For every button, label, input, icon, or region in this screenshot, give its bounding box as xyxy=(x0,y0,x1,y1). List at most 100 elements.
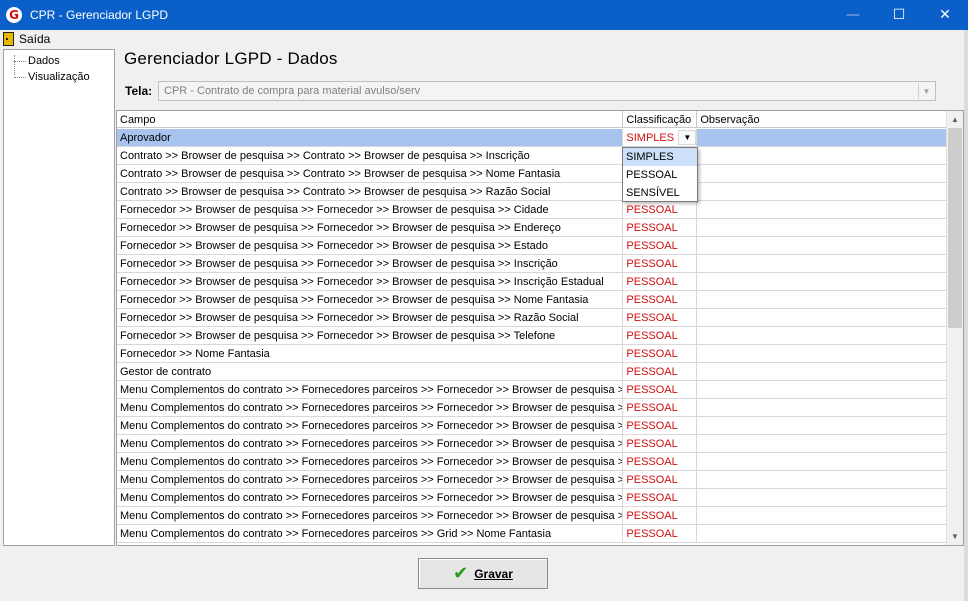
cell-campo[interactable]: Fornecedor >> Browser de pesquisa >> For… xyxy=(117,255,624,272)
cell-campo[interactable]: Menu Complementos do contrato >> Fornece… xyxy=(117,453,624,470)
table-row[interactable]: Fornecedor >> Browser de pesquisa >> For… xyxy=(117,255,948,273)
table-row[interactable]: Fornecedor >> Browser de pesquisa >> For… xyxy=(117,273,948,291)
dropdown-option[interactable]: SENSÍVEL xyxy=(623,184,697,202)
table-row[interactable]: Gestor de contrato PESSOAL xyxy=(117,363,948,381)
cell-classificacao[interactable]: PESSOAL xyxy=(623,273,698,290)
cell-classificacao[interactable]: PESSOAL xyxy=(623,507,698,524)
cell-classificacao[interactable]: PESSOAL xyxy=(623,489,698,506)
tree-item-dados[interactable]: Dados xyxy=(14,53,60,69)
scroll-down-icon[interactable]: ▼ xyxy=(947,528,963,545)
save-button[interactable]: ✔ Gravar xyxy=(418,558,548,589)
cell-campo[interactable]: Fornecedor >> Browser de pesquisa >> For… xyxy=(117,291,624,308)
cell-campo[interactable]: Gestor de contrato xyxy=(117,363,624,380)
table-row[interactable]: Menu Complementos do contrato >> Fornece… xyxy=(117,489,948,507)
cell-observacao[interactable] xyxy=(697,507,948,524)
tela-select[interactable]: CPR - Contrato de compra para material a… xyxy=(158,81,936,101)
chevron-down-icon[interactable]: ▼ xyxy=(918,83,934,99)
dropdown-option[interactable]: SIMPLES xyxy=(623,148,697,166)
cell-observacao[interactable] xyxy=(697,417,948,434)
cell-observacao[interactable] xyxy=(697,219,948,236)
cell-classificacao[interactable]: SIMPLES ▼ xyxy=(623,129,698,146)
cell-campo[interactable]: Fornecedor >> Browser de pesquisa >> For… xyxy=(117,201,624,218)
cell-campo[interactable]: Fornecedor >> Browser de pesquisa >> For… xyxy=(117,273,624,290)
cell-observacao[interactable] xyxy=(697,147,948,164)
table-row[interactable]: Menu Complementos do contrato >> Fornece… xyxy=(117,471,948,489)
cell-campo[interactable]: Fornecedor >> Browser de pesquisa >> For… xyxy=(117,327,624,344)
cell-campo[interactable]: Menu Complementos do contrato >> Fornece… xyxy=(117,507,624,524)
cell-observacao[interactable] xyxy=(697,435,948,452)
scroll-up-icon[interactable]: ▲ xyxy=(947,111,963,128)
cell-campo[interactable]: Menu Complementos do contrato >> Fornece… xyxy=(117,381,624,398)
table-row[interactable]: Fornecedor >> Browser de pesquisa >> For… xyxy=(117,327,948,345)
table-row[interactable]: Menu Complementos do contrato >> Fornece… xyxy=(117,507,948,525)
cell-classificacao[interactable]: PESSOAL xyxy=(623,435,698,452)
table-row[interactable]: Fornecedor >> Browser de pesquisa >> For… xyxy=(117,201,948,219)
cell-observacao[interactable] xyxy=(697,309,948,326)
cell-observacao[interactable] xyxy=(697,381,948,398)
chevron-down-icon[interactable]: ▼ xyxy=(678,130,697,145)
cell-observacao[interactable] xyxy=(697,165,948,182)
table-row[interactable]: Aprovador SIMPLES ▼ xyxy=(117,129,948,147)
cell-campo[interactable]: Fornecedor >> Nome Fantasia xyxy=(117,345,624,362)
column-header-observacao[interactable]: Observação xyxy=(697,111,948,128)
exit-menu-item[interactable]: Saída xyxy=(3,30,50,48)
cell-observacao[interactable] xyxy=(697,489,948,506)
cell-observacao[interactable] xyxy=(697,363,948,380)
cell-campo[interactable]: Contrato >> Browser de pesquisa >> Contr… xyxy=(117,165,624,182)
cell-observacao[interactable] xyxy=(697,399,948,416)
cell-observacao[interactable] xyxy=(697,183,948,200)
cell-observacao[interactable] xyxy=(697,327,948,344)
cell-classificacao[interactable]: PESSOAL xyxy=(623,237,698,254)
cell-classificacao[interactable]: PESSOAL xyxy=(623,327,698,344)
cell-campo[interactable]: Fornecedor >> Browser de pesquisa >> For… xyxy=(117,309,624,326)
cell-campo[interactable]: Menu Complementos do contrato >> Fornece… xyxy=(117,435,624,452)
cell-classificacao[interactable]: PESSOAL xyxy=(623,201,698,218)
maximize-icon[interactable]: ☐ xyxy=(876,0,922,30)
close-icon[interactable]: ✕ xyxy=(922,0,968,30)
cell-campo[interactable]: Fornecedor >> Browser de pesquisa >> For… xyxy=(117,219,624,236)
table-row[interactable]: Menu Complementos do contrato >> Fornece… xyxy=(117,453,948,471)
cell-classificacao[interactable]: PESSOAL xyxy=(623,255,698,272)
cell-observacao[interactable] xyxy=(697,471,948,488)
cell-classificacao[interactable]: PESSOAL xyxy=(623,417,698,434)
column-header-classificacao[interactable]: Classificação xyxy=(623,111,698,128)
cell-campo[interactable]: Contrato >> Browser de pesquisa >> Contr… xyxy=(117,147,624,164)
cell-campo[interactable]: Menu Complementos do contrato >> Fornece… xyxy=(117,399,624,416)
cell-classificacao[interactable]: PESSOAL xyxy=(623,399,698,416)
cell-campo[interactable]: Contrato >> Browser de pesquisa >> Contr… xyxy=(117,183,624,200)
table-row[interactable]: Fornecedor >> Browser de pesquisa >> For… xyxy=(117,237,948,255)
table-row[interactable]: Contrato >> Browser de pesquisa >> Contr… xyxy=(117,165,948,183)
cell-campo[interactable]: Aprovador xyxy=(117,129,624,146)
column-header-campo[interactable]: Campo xyxy=(117,111,624,128)
minimize-icon[interactable]: — xyxy=(830,0,876,30)
table-row[interactable]: Menu Complementos do contrato >> Fornece… xyxy=(117,381,948,399)
table-row[interactable]: Menu Complementos do contrato >> Fornece… xyxy=(117,435,948,453)
cell-classificacao[interactable]: PESSOAL xyxy=(623,363,698,380)
table-row[interactable]: Fornecedor >> Browser de pesquisa >> For… xyxy=(117,219,948,237)
table-row[interactable]: Contrato >> Browser de pesquisa >> Contr… xyxy=(117,183,948,201)
cell-classificacao[interactable]: PESSOAL xyxy=(623,381,698,398)
cell-observacao[interactable] xyxy=(697,273,948,290)
table-row[interactable]: Menu Complementos do contrato >> Fornece… xyxy=(117,399,948,417)
tree-item-visualizacao[interactable]: Visualização xyxy=(14,69,90,85)
cell-campo[interactable]: Fornecedor >> Browser de pesquisa >> For… xyxy=(117,237,624,254)
table-row[interactable]: Menu Complementos do contrato >> Fornece… xyxy=(117,417,948,435)
table-row[interactable]: Fornecedor >> Browser de pesquisa >> For… xyxy=(117,309,948,327)
cell-observacao[interactable] xyxy=(697,291,948,308)
cell-observacao[interactable] xyxy=(697,237,948,254)
vertical-scrollbar[interactable]: ▲ ▼ xyxy=(946,111,963,545)
cell-observacao[interactable] xyxy=(697,129,948,146)
cell-campo[interactable]: Menu Complementos do contrato >> Fornece… xyxy=(117,525,624,542)
cell-observacao[interactable] xyxy=(697,453,948,470)
scroll-thumb[interactable] xyxy=(948,128,962,328)
cell-campo[interactable]: Menu Complementos do contrato >> Fornece… xyxy=(117,471,624,488)
cell-classificacao[interactable]: PESSOAL xyxy=(623,471,698,488)
cell-observacao[interactable] xyxy=(697,255,948,272)
cell-observacao[interactable] xyxy=(697,201,948,218)
cell-classificacao[interactable]: PESSOAL xyxy=(623,453,698,470)
cell-campo[interactable]: Menu Complementos do contrato >> Fornece… xyxy=(117,489,624,506)
table-row[interactable]: Menu Complementos do contrato >> Fornece… xyxy=(117,525,948,543)
cell-classificacao[interactable]: PESSOAL xyxy=(623,291,698,308)
cell-observacao[interactable] xyxy=(697,525,948,542)
classification-editor[interactable]: SIMPLES ▼ xyxy=(626,129,697,146)
